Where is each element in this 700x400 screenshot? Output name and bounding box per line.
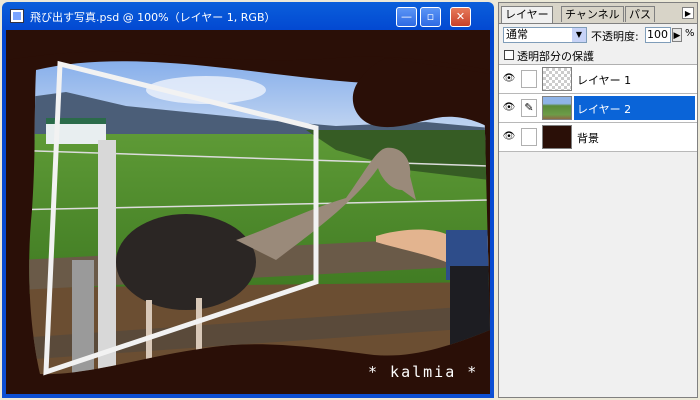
panel-tabs: レイヤー チャンネル パス ▶ xyxy=(499,3,697,24)
tab-channels[interactable]: チャンネル xyxy=(561,6,624,22)
layer-name-area[interactable]: 背景 xyxy=(574,125,695,149)
layer-row-2[interactable]: 👁 ✎ レイヤー 2 xyxy=(499,94,697,123)
watermark-text: * kalmia * xyxy=(368,363,479,381)
lock-transparency-row: 透明部分の保護 xyxy=(499,46,697,65)
lock-transparency-checkbox[interactable] xyxy=(504,50,514,60)
layers-empty-area xyxy=(499,163,697,397)
maximize-button[interactable]: ▫ xyxy=(420,7,441,27)
layer-row-background[interactable]: 👁 背景 xyxy=(499,123,697,152)
opacity-slider-arrow-icon[interactable]: ▶ xyxy=(672,28,682,42)
tab-layers[interactable]: レイヤー xyxy=(501,6,553,23)
chevron-down-icon: ▼ xyxy=(572,28,586,42)
document-icon xyxy=(10,9,24,23)
layer-link-slot[interactable] xyxy=(521,70,537,88)
layer-name: レイヤー 1 xyxy=(577,74,632,87)
minimize-button[interactable]: — xyxy=(396,7,417,27)
tab-paths[interactable]: パス xyxy=(625,6,655,22)
brush-icon[interactable]: ✎ xyxy=(521,99,537,117)
panel-menu-arrow-icon[interactable]: ▶ xyxy=(682,7,694,19)
layer-link-slot[interactable] xyxy=(521,128,537,146)
lock-transparency-label: 透明部分の保護 xyxy=(517,50,594,63)
opacity-unit: % xyxy=(685,28,695,39)
document-window: 飛び出す写真.psd @ 100%（レイヤー 1, RGB） — ▫ ✕ * k… xyxy=(2,2,494,398)
layer-thumbnail xyxy=(542,125,572,149)
opacity-label: 不透明度: xyxy=(591,30,639,43)
window-title: 飛び出す写真.psd @ 100%（レイヤー 1, RGB） xyxy=(30,11,276,24)
layer-row-1[interactable]: 👁 レイヤー 1 xyxy=(499,65,697,94)
ostrich-photo xyxy=(6,30,490,394)
eye-icon[interactable]: 👁 xyxy=(502,131,516,143)
opacity-input[interactable]: 100 xyxy=(645,27,671,43)
layer-name: 背景 xyxy=(577,132,599,145)
layer-name-area[interactable]: レイヤー 2 xyxy=(574,96,695,120)
blend-mode-select[interactable]: 通常 ▼ xyxy=(503,27,587,43)
title-bar[interactable]: 飛び出す写真.psd @ 100%（レイヤー 1, RGB） — ▫ ✕ xyxy=(6,2,490,30)
layer-thumbnail xyxy=(542,96,572,120)
layer-name: レイヤー 2 xyxy=(577,103,632,116)
layers-panel: レイヤー チャンネル パス ▶ 通常 ▼ 不透明度: 100 ▶ % 透明部分の… xyxy=(498,2,698,398)
blend-options-row: 通常 ▼ 不透明度: 100 ▶ % xyxy=(499,24,697,46)
eye-icon[interactable]: 👁 xyxy=(502,102,516,114)
image-canvas[interactable]: * kalmia * xyxy=(6,30,490,394)
layer-name-area[interactable]: レイヤー 1 xyxy=(574,67,695,91)
blend-mode-value: 通常 xyxy=(506,28,528,41)
close-button[interactable]: ✕ xyxy=(450,7,471,27)
eye-icon[interactable]: 👁 xyxy=(502,73,516,85)
layer-thumbnail xyxy=(542,67,572,91)
